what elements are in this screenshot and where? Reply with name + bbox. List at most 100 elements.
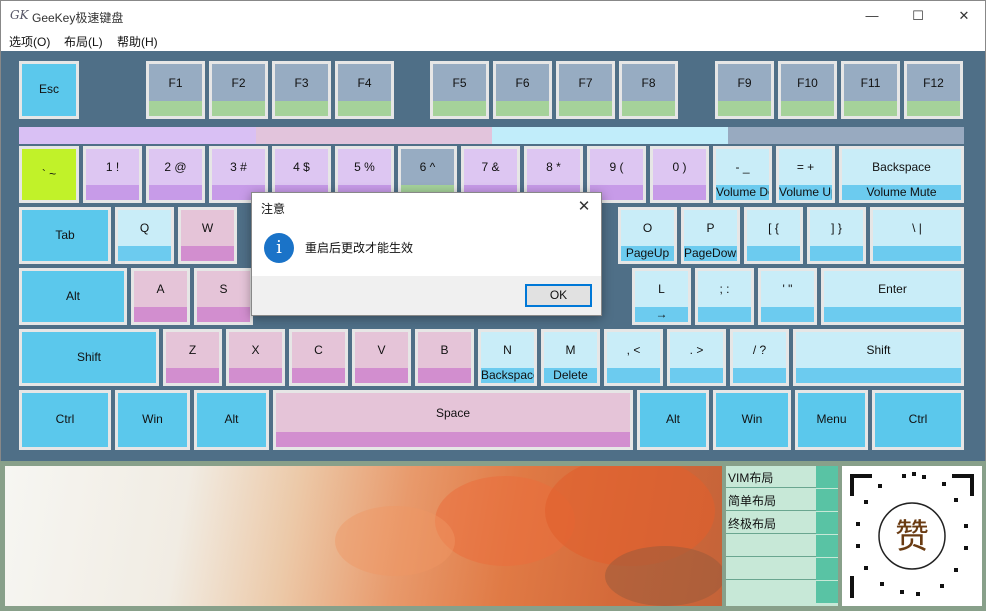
key-sublabel: Volume Mute xyxy=(842,185,961,200)
key-a[interactable]: A xyxy=(131,268,190,325)
key-esc[interactable]: Esc xyxy=(19,61,79,119)
key-backtick[interactable]: ` ~ xyxy=(19,146,79,203)
key-tab[interactable]: Tab xyxy=(19,207,111,264)
key-l[interactable]: L → xyxy=(632,268,691,325)
layout-item-empty[interactable] xyxy=(726,581,838,603)
layout-item-simple[interactable]: 简单布局 xyxy=(726,489,838,511)
key-shift-left[interactable]: Shift xyxy=(19,329,159,386)
key-equal[interactable]: = + Volume Up xyxy=(776,146,835,203)
key-sublabel xyxy=(907,101,960,116)
key-alt-right[interactable]: Alt xyxy=(637,390,709,450)
key-w[interactable]: W xyxy=(178,207,237,264)
minimize-button[interactable]: — xyxy=(849,1,895,31)
key-win-right[interactable]: Win xyxy=(713,390,791,450)
key-comma[interactable]: , < xyxy=(604,329,663,386)
key-rbracket[interactable]: ] } xyxy=(807,207,866,264)
key-sublabel: Backspace xyxy=(481,368,534,383)
key-p[interactable]: P PageDown xyxy=(681,207,740,264)
key-f2[interactable]: F2 xyxy=(209,61,268,119)
key-v[interactable]: V xyxy=(352,329,411,386)
key-sublabel xyxy=(433,101,486,116)
key-x[interactable]: X xyxy=(226,329,285,386)
key-period[interactable]: . > xyxy=(667,329,726,386)
key-f10[interactable]: F10 xyxy=(778,61,837,119)
key-label: Win xyxy=(142,412,163,426)
key-f11[interactable]: F11 xyxy=(841,61,900,119)
key-z[interactable]: Z xyxy=(163,329,222,386)
key-ctrl-right[interactable]: Ctrl xyxy=(872,390,964,450)
key-sublabel xyxy=(796,368,961,383)
key-sublabel xyxy=(166,368,219,383)
key-n[interactable]: N Backspace xyxy=(478,329,537,386)
key-alt-left[interactable]: Alt xyxy=(19,268,127,325)
key-sublabel xyxy=(86,185,139,200)
key-f12[interactable]: F12 xyxy=(904,61,963,119)
dialog-close-icon[interactable]: ✕ xyxy=(573,196,595,218)
key-c[interactable]: C xyxy=(289,329,348,386)
key-f6[interactable]: F6 xyxy=(493,61,552,119)
key-label: Menu xyxy=(816,412,847,426)
app-logo-icon: GK xyxy=(10,8,29,22)
key-b[interactable]: B xyxy=(415,329,474,386)
key-f5[interactable]: F5 xyxy=(430,61,489,119)
key-backslash[interactable]: \ | xyxy=(870,207,964,264)
key-d1[interactable]: 1 ! xyxy=(83,146,142,203)
key-q[interactable]: Q xyxy=(115,207,174,264)
key-label: 3 # xyxy=(230,160,247,174)
maximize-button[interactable]: ☐ xyxy=(895,1,941,31)
menu-layout[interactable]: 布局(L) xyxy=(64,33,103,50)
key-f9[interactable]: F9 xyxy=(715,61,774,119)
key-sublabel xyxy=(118,246,171,261)
key-minus[interactable]: - _ Volume Down xyxy=(713,146,772,203)
layout-item-vim[interactable]: VIM布局 xyxy=(726,466,838,488)
key-f8[interactable]: F8 xyxy=(619,61,678,119)
key-space[interactable]: Space xyxy=(273,390,633,450)
key-alt-left2[interactable]: Alt xyxy=(194,390,269,450)
key-sublabel xyxy=(338,101,391,116)
mode-bar-segment-4 xyxy=(728,127,964,144)
key-backspace[interactable]: Backspace Volume Mute xyxy=(839,146,964,203)
key-f3[interactable]: F3 xyxy=(272,61,331,119)
key-semicolon[interactable]: ; : xyxy=(695,268,754,325)
key-shift-right[interactable]: Shift xyxy=(793,329,964,386)
key-m[interactable]: M Delete xyxy=(541,329,600,386)
key-label: 6 ^ xyxy=(419,160,436,174)
key-d2[interactable]: 2 @ xyxy=(146,146,205,203)
key-ctrl-left[interactable]: Ctrl xyxy=(19,390,111,450)
close-button[interactable]: ✕ xyxy=(941,1,986,31)
key-f1[interactable]: F1 xyxy=(146,61,205,119)
key-d0[interactable]: 0 ) xyxy=(650,146,709,203)
key-sublabel xyxy=(607,368,660,383)
key-sublabel xyxy=(653,185,706,200)
key-menu[interactable]: Menu xyxy=(795,390,868,450)
key-label: 4 $ xyxy=(293,160,310,174)
key-sublabel xyxy=(747,246,800,261)
key-sublabel: → xyxy=(635,307,688,322)
key-s[interactable]: S xyxy=(194,268,253,325)
key-win-left[interactable]: Win xyxy=(115,390,190,450)
layout-item-empty[interactable] xyxy=(726,558,838,580)
menu-help[interactable]: 帮助(H) xyxy=(117,33,158,50)
key-f4[interactable]: F4 xyxy=(335,61,394,119)
key-sublabel xyxy=(733,368,786,383)
key-f7[interactable]: F7 xyxy=(556,61,615,119)
key-enter[interactable]: Enter xyxy=(821,268,964,325)
key-sublabel xyxy=(698,307,751,322)
key-label: 7 & xyxy=(481,160,500,174)
key-label: \ | xyxy=(912,221,922,235)
key-lbracket[interactable]: [ { xyxy=(744,207,803,264)
key-label: Q xyxy=(139,221,150,235)
window-title: GeeKey极速键盘 xyxy=(32,11,124,25)
menu-options[interactable]: 选项(O) xyxy=(9,33,50,50)
key-o[interactable]: O PageUp xyxy=(618,207,677,264)
key-slash[interactable]: / ? xyxy=(730,329,789,386)
layout-item-ultimate[interactable]: 终极布局 xyxy=(726,512,838,534)
ok-button[interactable]: OK xyxy=(525,284,592,307)
key-label: F3 xyxy=(294,76,309,90)
key-quote[interactable]: ' " xyxy=(758,268,817,325)
key-label: 9 ( xyxy=(609,160,624,174)
layout-item-empty[interactable] xyxy=(726,535,838,557)
key-sublabel xyxy=(418,368,471,383)
key-sublabel xyxy=(212,101,265,116)
key-label: Alt xyxy=(224,412,239,426)
